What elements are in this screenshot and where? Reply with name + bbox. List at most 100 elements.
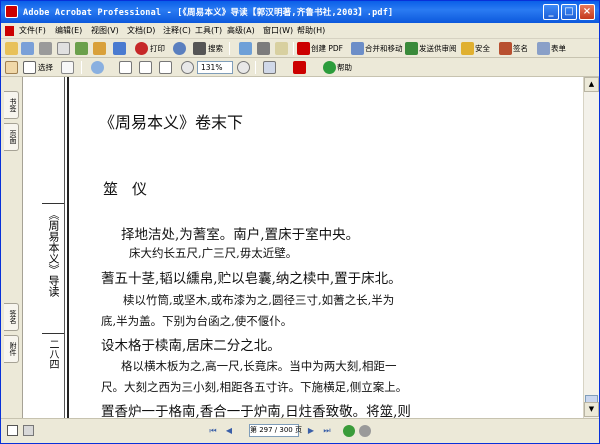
search-label[interactable]: 搜索: [208, 43, 223, 54]
zoom-increase-icon[interactable]: [237, 61, 250, 74]
running-title-rule: [42, 203, 64, 204]
yahoo-icon[interactable]: [293, 61, 306, 74]
toolbar-icon[interactable]: [257, 42, 270, 55]
navigation-pane: 书签 页面 签名 附件: [1, 77, 23, 418]
save-icon[interactable]: [21, 42, 34, 55]
select-label[interactable]: 选择: [38, 62, 53, 73]
previous-view-icon[interactable]: [343, 425, 355, 437]
text-line: 底,半为盖。下别为台函之,使不偃仆。: [101, 314, 293, 328]
acrobat-app-icon[interactable]: [5, 5, 18, 18]
menu-edit[interactable]: 编辑(E): [55, 25, 82, 36]
next-page-button[interactable]: ▶: [305, 425, 317, 437]
menu-advanced[interactable]: 高级(A): [227, 25, 255, 36]
hand-icon[interactable]: [5, 61, 18, 74]
create-pdf-button[interactable]: 创建 PDF: [311, 43, 343, 54]
zoom-in-icon[interactable]: [91, 61, 104, 74]
binoculars-icon[interactable]: [193, 42, 206, 55]
toolbar-icon[interactable]: [239, 42, 252, 55]
secure-button[interactable]: 安全: [475, 43, 490, 54]
menu-window[interactable]: 窗口(W): [263, 25, 293, 36]
section-heading: 筮仪: [103, 180, 162, 198]
previous-page-button[interactable]: ◀: [223, 425, 235, 437]
open-icon[interactable]: [5, 42, 18, 55]
maximize-button[interactable]: □: [561, 4, 577, 20]
minimize-button[interactable]: _: [543, 4, 559, 20]
help-icon[interactable]: [323, 61, 336, 74]
help-button[interactable]: 帮助: [337, 62, 352, 73]
document-icon[interactable]: [5, 26, 14, 36]
close-button[interactable]: ×: [579, 4, 595, 20]
rotate-icon[interactable]: [263, 61, 276, 74]
print-icon-2[interactable]: [135, 42, 148, 55]
combine-button[interactable]: 合并和移动: [365, 43, 403, 54]
page-number-rule: [42, 333, 64, 334]
send-review-icon[interactable]: [405, 42, 418, 55]
text-line: 设木格于椟南,居床二分之北。: [101, 338, 281, 354]
page-number-input[interactable]: 第 297 / 300 页: [249, 424, 302, 437]
print-label[interactable]: 打印: [150, 43, 165, 54]
forms-button[interactable]: 表单: [551, 43, 566, 54]
text-line: 尺。大刻之西为三小刻,相距各五寸许。下施横足,侧立案上。: [101, 380, 408, 394]
menu-help[interactable]: 帮助(H): [297, 25, 325, 36]
scroll-down-arrow[interactable]: ▼: [584, 402, 599, 417]
lock-icon[interactable]: [461, 42, 474, 55]
combine-icon[interactable]: [351, 42, 364, 55]
document-view[interactable]: 《周易本义》导读 二八四 《周易本义》卷末下 筮仪 择地洁处,为蓍室。南户,置床…: [23, 77, 583, 418]
separator: [229, 42, 230, 55]
zoom-level-input[interactable]: 131%: [197, 61, 233, 74]
last-page-button[interactable]: ⏭: [321, 425, 333, 437]
first-page-button[interactable]: ⏮: [207, 425, 219, 437]
print-icon[interactable]: [39, 42, 52, 55]
menu-file[interactable]: 文件(F): [19, 25, 46, 36]
separator: [81, 61, 82, 74]
email-icon[interactable]: [57, 42, 70, 55]
window-title: Adobe Acrobat Professional - [《周易本义》导读【郭…: [23, 8, 394, 18]
tab-bookmarks[interactable]: 书签: [4, 91, 19, 119]
tab-signatures[interactable]: 签名: [4, 303, 19, 331]
edit-icon[interactable]: [113, 42, 126, 55]
page-layout-icon-2[interactable]: [23, 425, 34, 436]
vertical-scrollbar[interactable]: ▲ ▼: [583, 77, 599, 418]
page-border-line: [64, 77, 65, 418]
page-number: 二八四: [47, 339, 58, 369]
text-line: 置香炉一于格南,香合一于炉南,日炷香致敬。将筮,则: [101, 404, 411, 418]
next-view-icon[interactable]: [359, 425, 371, 437]
toolbar-navigation: 选择 131% 帮助: [1, 58, 599, 77]
menu-document[interactable]: 文档(D): [127, 25, 155, 36]
chapter-heading: 《周易本义》卷末下: [99, 113, 244, 132]
zoom-out-icon[interactable]: [181, 61, 194, 74]
acrobat-window: Adobe Acrobat Professional - [《周易本义》导读【郭…: [0, 0, 600, 444]
text-line: 格以横木板为之,高一尺,长竟床。当中为两大刻,相距一: [121, 359, 397, 373]
separator: [255, 61, 256, 74]
sign-button[interactable]: 签名: [513, 43, 528, 54]
text-line: 择地洁处,为蓍室。南户,置床于室中央。: [121, 227, 360, 243]
menu-tools[interactable]: 工具(T): [195, 25, 222, 36]
text-line: 椟以竹筒,或坚木,或布漆为之,圆径三寸,如蓍之长,半为: [123, 293, 395, 307]
page-box-spacer: [239, 425, 247, 437]
fit-width-icon[interactable]: [159, 61, 172, 74]
toolbar-icon[interactable]: [275, 42, 288, 55]
actual-size-icon[interactable]: [119, 61, 132, 74]
organizer-icon[interactable]: [75, 42, 88, 55]
running-title: 《周易本义》导读: [47, 209, 60, 297]
menu-bar: 文件(F) 编辑(E) 视图(V) 文档(D) 注释(C) 工具(T) 高级(A…: [1, 23, 599, 39]
search-icon[interactable]: [173, 42, 186, 55]
scroll-up-arrow[interactable]: ▲: [584, 77, 599, 92]
page-spine-line: [67, 77, 69, 418]
form-icon[interactable]: [537, 42, 550, 55]
send-review-button[interactable]: 发送供审阅: [419, 43, 457, 54]
status-bar: ⏮ ◀ 第 297 / 300 页 ▶ ⏭: [1, 418, 599, 443]
tab-pages[interactable]: 页面: [4, 123, 19, 151]
fit-page-icon[interactable]: [139, 61, 152, 74]
create-pdf-icon[interactable]: [297, 42, 310, 55]
separator: [293, 42, 294, 55]
menu-comments[interactable]: 注释(C): [163, 25, 191, 36]
pen-icon[interactable]: [499, 42, 512, 55]
select-text-icon[interactable]: [23, 61, 36, 74]
snapshot-icon[interactable]: [61, 61, 74, 74]
text-line: 床大约长五尺,广三尺,毋太近壁。: [129, 246, 298, 260]
menu-view[interactable]: 视图(V): [91, 25, 119, 36]
tab-attachments[interactable]: 附件: [4, 335, 19, 363]
page-layout-icon[interactable]: [7, 425, 18, 436]
attach-icon[interactable]: [93, 42, 106, 55]
